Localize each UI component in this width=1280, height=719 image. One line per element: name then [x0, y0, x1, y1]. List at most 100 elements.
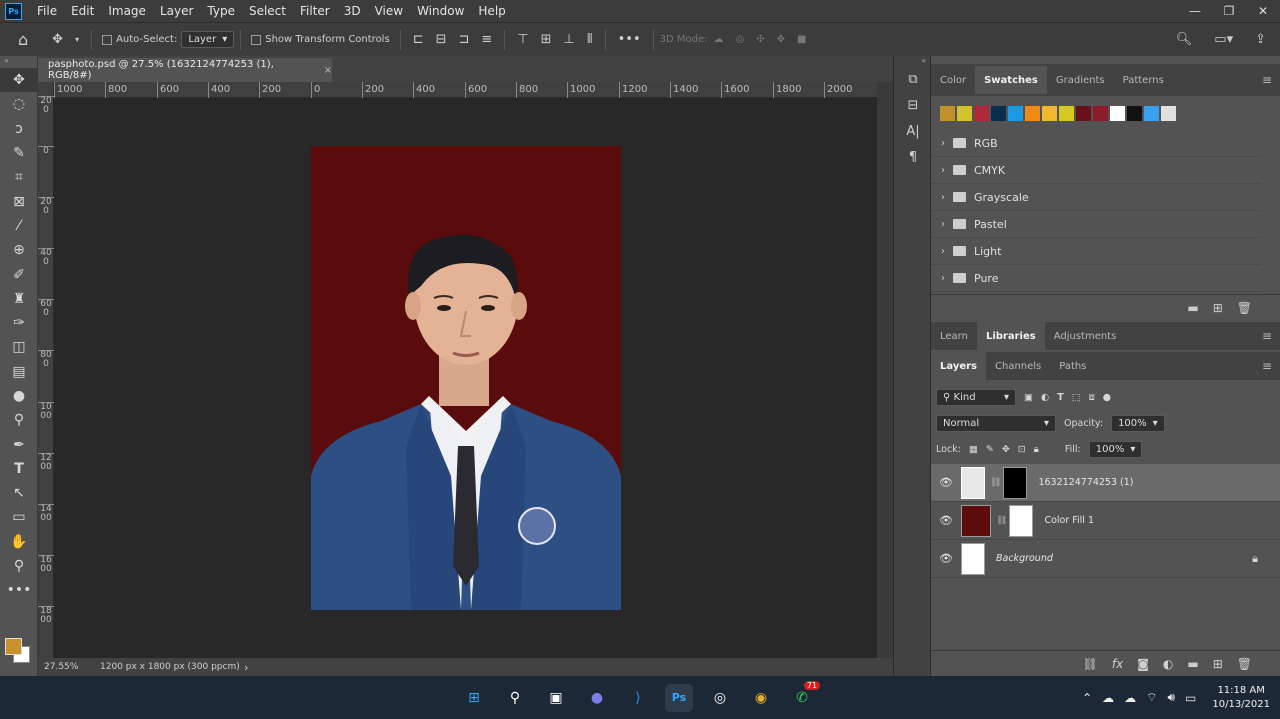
chrome-icon[interactable]: ◉: [747, 684, 775, 712]
cloud-sync-icon[interactable]: ☁: [1124, 691, 1136, 705]
tab-layers[interactable]: Layers: [931, 352, 986, 380]
eyedropper-tool-icon[interactable]: ⁄: [0, 214, 38, 238]
foreground-color-swatch[interactable]: [5, 638, 22, 655]
chevron-down-icon[interactable]: ▾: [69, 35, 85, 44]
tab-adjustments[interactable]: Adjustments: [1045, 322, 1126, 350]
more-options-icon[interactable]: •••: [612, 32, 647, 47]
wifi-icon[interactable]: ⌔: [1146, 690, 1157, 705]
tab-swatches[interactable]: Swatches: [975, 66, 1047, 94]
history-brush-icon[interactable]: ✑: [0, 311, 38, 335]
link-icon[interactable]: ⛓: [996, 516, 1007, 526]
edit-toolbar-icon[interactable]: •••: [0, 578, 38, 602]
auto-select-checkbox[interactable]: Auto-Select:: [102, 34, 177, 45]
paragraph-panel-icon[interactable]: ¶: [894, 144, 932, 170]
home-icon[interactable]: ⌂: [0, 30, 46, 49]
visibility-eye-icon[interactable]: 👁︎: [931, 476, 961, 489]
layer-row[interactable]: 👁︎ Background 🔒︎: [931, 540, 1280, 578]
align-bottom-icon[interactable]: ⊥: [558, 32, 581, 47]
menu-filter[interactable]: Filter: [293, 4, 337, 18]
lock-artboard-icon[interactable]: ⊡: [1018, 444, 1026, 455]
shape-filter-icon[interactable]: ⬚: [1072, 392, 1081, 403]
rectangle-tool-icon[interactable]: ▭: [0, 505, 38, 529]
blend-mode-dropdown[interactable]: Normal ▾: [936, 414, 1056, 432]
color-swatch[interactable]: [1008, 106, 1023, 121]
gradient-tool-icon[interactable]: ▤: [0, 360, 38, 384]
fx-icon[interactable]: fx: [1112, 657, 1123, 671]
color-swatch[interactable]: [1025, 106, 1040, 121]
close-tab-icon[interactable]: ×: [324, 65, 332, 76]
menu-window[interactable]: Window: [410, 4, 471, 18]
adjustment-layer-icon[interactable]: ◐: [1163, 657, 1173, 671]
menu-type[interactable]: Type: [200, 4, 242, 18]
clock[interactable]: 11:18 AM 10/13/2021: [1212, 684, 1270, 712]
search-icon[interactable]: ⚲: [501, 684, 529, 712]
lock-pixels-icon[interactable]: ✎: [986, 444, 994, 455]
show-transform-checkbox[interactable]: Show Transform Controls: [251, 34, 390, 45]
tab-libraries[interactable]: Libraries: [976, 322, 1045, 350]
move-tool-icon[interactable]: ✥: [46, 32, 69, 47]
color-swatch[interactable]: [991, 106, 1006, 121]
search-icon[interactable]: 🔍︎: [1170, 32, 1199, 47]
quick-select-tool-icon[interactable]: ✎: [0, 141, 38, 165]
crop-tool-icon[interactable]: ⌗: [0, 165, 38, 189]
teams-chat-icon[interactable]: ●: [583, 684, 611, 712]
layer-name[interactable]: Background: [996, 553, 1053, 564]
color-swatch[interactable]: [1110, 106, 1125, 121]
tab-gradients[interactable]: Gradients: [1047, 66, 1114, 94]
color-swatch[interactable]: [1076, 106, 1091, 121]
type-tool-icon[interactable]: T: [0, 457, 38, 481]
menu-select[interactable]: Select: [242, 4, 293, 18]
visibility-eye-icon[interactable]: 👁︎: [931, 552, 961, 565]
collapse-icon[interactable]: »: [0, 56, 37, 68]
new-group-icon[interactable]: ▬: [1187, 301, 1198, 315]
zoom-level[interactable]: 27.55%: [38, 662, 94, 672]
filter-toggle-icon[interactable]: ●: [1103, 392, 1111, 403]
collapse-icon[interactable]: «: [894, 56, 930, 66]
fill-input[interactable]: 100% ▾: [1088, 440, 1143, 458]
align-middle-icon[interactable]: ⊞: [535, 32, 558, 47]
trash-icon[interactable]: 🗑︎: [1237, 657, 1252, 671]
align-center-icon[interactable]: ⊟: [430, 32, 453, 47]
swatch-folder[interactable]: › CMYK: [931, 157, 1261, 184]
pen-tool-icon[interactable]: ✒: [0, 432, 38, 456]
layer-row[interactable]: 👁︎ ⛓ 1632124774253 (1): [931, 464, 1280, 502]
task-view-icon[interactable]: ▣: [542, 684, 570, 712]
color-swatch[interactable]: [1127, 106, 1142, 121]
vscode-icon[interactable]: ⟩: [624, 684, 652, 712]
link-layers-icon[interactable]: ⛓: [1083, 657, 1098, 671]
eraser-tool-icon[interactable]: ◫: [0, 335, 38, 359]
lock-all-icon[interactable]: 🔒︎: [1034, 444, 1039, 455]
workspace-icon[interactable]: ▭▾: [1208, 32, 1239, 47]
panel-menu-icon[interactable]: ≡: [1262, 359, 1280, 373]
hand-tool-icon[interactable]: ✋: [0, 530, 38, 554]
new-swatch-icon[interactable]: ⊞: [1213, 301, 1223, 315]
type-filter-icon[interactable]: T: [1057, 392, 1063, 403]
battery-icon[interactable]: ▭: [1185, 691, 1196, 705]
color-swatch[interactable]: [957, 106, 972, 121]
tab-paths[interactable]: Paths: [1050, 352, 1095, 380]
character-panel-icon[interactable]: A|: [894, 118, 932, 144]
align-right-icon[interactable]: ⊐: [453, 32, 476, 47]
swatch-folder[interactable]: › Pure: [931, 265, 1261, 292]
color-swatch[interactable]: [1161, 106, 1176, 121]
color-swatch[interactable]: [1144, 106, 1159, 121]
menu-image[interactable]: Image: [101, 4, 153, 18]
kind-filter-dropdown[interactable]: ⚲ Kind ▾: [936, 388, 1016, 406]
adjustment-filter-icon[interactable]: ◐: [1041, 392, 1049, 403]
menu-3d[interactable]: 3D: [337, 4, 368, 18]
properties-panel-icon[interactable]: ⊟: [894, 92, 932, 118]
start-icon[interactable]: ⊞: [460, 684, 488, 712]
color-swatch[interactable]: [1059, 106, 1074, 121]
volume-icon[interactable]: 🔊︎: [1167, 690, 1175, 705]
brush-tool-icon[interactable]: ✐: [0, 262, 38, 286]
swatch-folder[interactable]: › Pastel: [931, 211, 1261, 238]
layer-name[interactable]: 1632124774253 (1): [1038, 477, 1133, 488]
obs-icon[interactable]: ◎: [706, 684, 734, 712]
lock-position-icon[interactable]: ✥: [1002, 444, 1010, 455]
new-group-icon[interactable]: ▬: [1187, 657, 1198, 671]
auto-select-dropdown[interactable]: Layer ▾: [181, 31, 235, 48]
path-select-tool-icon[interactable]: ↖: [0, 481, 38, 505]
blur-tool-icon[interactable]: ●: [0, 384, 38, 408]
color-swatch[interactable]: [974, 106, 989, 121]
menu-edit[interactable]: Edit: [64, 4, 101, 18]
